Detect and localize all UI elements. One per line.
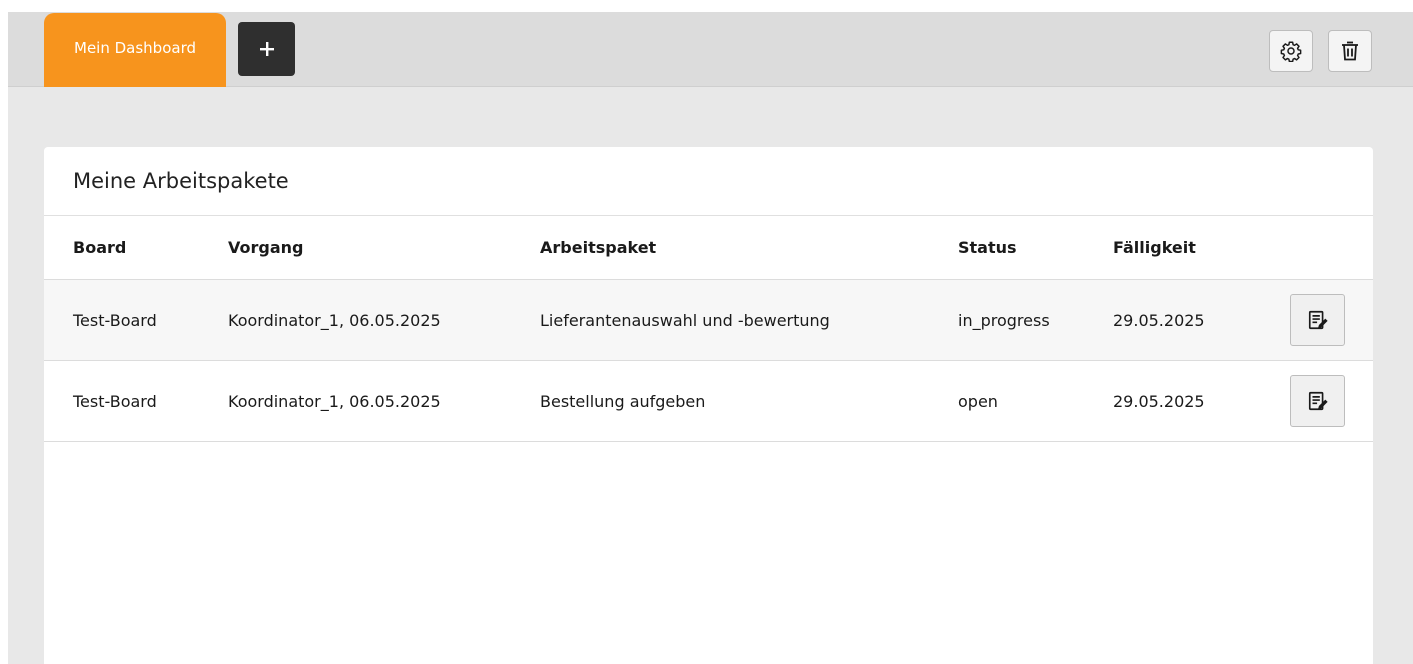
cell-faelligkeit: 29.05.2025	[1113, 391, 1205, 411]
dashboard-frame: Mein Dashboard Meine Arbeitspakete Board…	[8, 12, 1413, 664]
cell-status: open	[958, 391, 998, 411]
cell-arbeitspaket: Bestellung aufgeben	[540, 391, 706, 411]
column-header-status: Status	[958, 238, 1017, 257]
cell-faelligkeit: 29.05.2025	[1113, 310, 1205, 330]
tab-mein-dashboard[interactable]: Mein Dashboard	[44, 13, 226, 87]
table-row: Test-Board Koordinator_1, 06.05.2025 Bes…	[44, 361, 1373, 442]
column-header-faelligkeit: Fälligkeit	[1113, 238, 1196, 257]
delete-dashboard-button[interactable]	[1328, 30, 1372, 72]
cell-vorgang: Koordinator_1, 06.05.2025	[228, 310, 441, 330]
edit-arbeitspaket-button[interactable]	[1290, 375, 1345, 427]
arbeitspakete-widget: Meine Arbeitspakete Board Vorgang Arbeit…	[44, 147, 1373, 664]
edit-note-icon	[1308, 310, 1328, 330]
column-header-arbeitspaket: Arbeitspaket	[540, 238, 657, 257]
edit-note-icon	[1308, 391, 1328, 411]
cell-status: in_progress	[958, 310, 1050, 330]
cell-vorgang: Koordinator_1, 06.05.2025	[228, 391, 441, 411]
add-dashboard-button[interactable]	[238, 22, 295, 76]
trash-icon	[1342, 41, 1358, 61]
cell-arbeitspaket: Lieferantenauswahl und -bewertung	[540, 310, 830, 330]
cell-board: Test-Board	[73, 310, 157, 330]
gear-icon	[1280, 41, 1302, 62]
plus-icon	[259, 42, 274, 56]
settings-button[interactable]	[1269, 30, 1313, 72]
table-header: Board Vorgang Arbeitspaket Status Fällig…	[44, 216, 1373, 280]
widget-title: Meine Arbeitspakete	[44, 147, 1373, 216]
table-row: Test-Board Koordinator_1, 06.05.2025 Lie…	[44, 280, 1373, 361]
column-header-board: Board	[73, 238, 127, 257]
cell-board: Test-Board	[73, 391, 157, 411]
column-header-vorgang: Vorgang	[228, 238, 304, 257]
tab-label: Mein Dashboard	[74, 39, 196, 57]
tab-bar: Mein Dashboard	[8, 12, 1413, 87]
edit-arbeitspaket-button[interactable]	[1290, 294, 1345, 346]
